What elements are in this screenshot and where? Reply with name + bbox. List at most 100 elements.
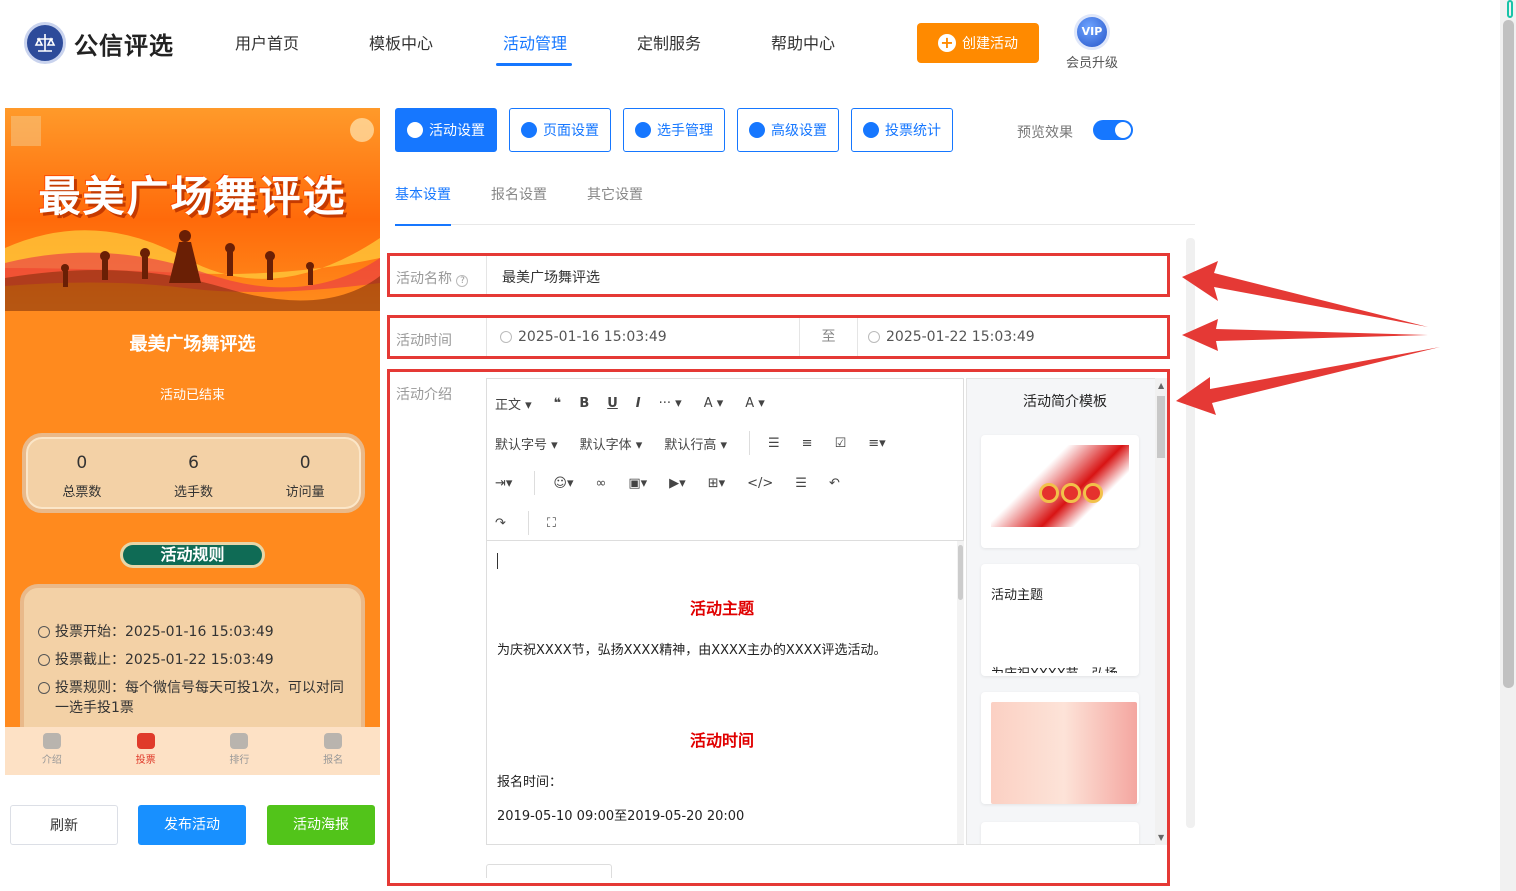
end-time-input[interactable]: 2025-01-22 15:03:49 xyxy=(868,329,1035,345)
fullscreen-icon[interactable]: ⛶ xyxy=(547,516,556,531)
tool-label: 高级设置 xyxy=(771,123,827,139)
content-paragraph: 报名时间： xyxy=(497,775,563,790)
extra-field-stub[interactable] xyxy=(486,864,612,878)
intro-icon xyxy=(42,733,61,749)
publish-activity-button[interactable]: 发布活动 xyxy=(138,805,246,845)
activity-poster-button[interactable]: 活动海报 xyxy=(267,805,375,845)
preview-stats: 0 总票数 6 选手数 0 访问量 xyxy=(22,433,365,513)
preview-toggle[interactable] xyxy=(1093,120,1133,140)
gear-icon xyxy=(521,122,537,138)
star-icon xyxy=(407,122,423,138)
toolbar-separator xyxy=(534,471,536,495)
bg-color-icon[interactable]: A ▾ xyxy=(745,396,765,411)
vip-upgrade-label: 会员升级 xyxy=(1065,56,1118,71)
paragraph-style-select[interactable]: 正文 ▾ xyxy=(495,394,532,413)
brand-logo[interactable]: 公信评选 xyxy=(24,22,174,64)
nav-activity-manage[interactable]: 活动管理 xyxy=(468,0,602,88)
tool-activity-settings[interactable]: 活动设置 xyxy=(395,108,497,152)
activity-name-row: 活动名称 ? 最美广场舞评选 xyxy=(387,253,1170,297)
activity-name-input[interactable]: 最美广场舞评选 xyxy=(502,267,600,287)
vip-upgrade[interactable]: VIP 会员升级 xyxy=(1064,14,1120,71)
settings-icon xyxy=(749,122,765,138)
page-scrollbar-thumb[interactable] xyxy=(1503,20,1514,688)
font-family-select[interactable]: 默认字体 ▾ xyxy=(580,434,643,453)
rule-vote-end: 投票截止：2025-01-22 15:03:49 xyxy=(38,650,347,670)
nav-home[interactable]: 用户首页 xyxy=(200,0,334,88)
editor-content[interactable]: 活动主题 为庆祝XXXX节，弘扬XXXX精神，由XXXX主办的XXXX评选活动。… xyxy=(487,541,957,844)
underline-icon[interactable]: U xyxy=(607,396,618,411)
align-icon[interactable]: ≡▾ xyxy=(868,436,885,451)
italic-icon[interactable]: I xyxy=(636,396,641,411)
preview-tab-vote[interactable]: 投票 xyxy=(99,727,193,775)
scroll-up-arrow-icon[interactable]: ▲ xyxy=(1158,381,1164,390)
link-icon[interactable]: ∞ xyxy=(596,476,607,491)
rule-text: 投票开始：2025-01-16 15:03:49 xyxy=(55,624,274,640)
create-activity-button[interactable]: + 创建活动 xyxy=(917,23,1039,63)
bullet-list-icon[interactable]: ☰ xyxy=(768,436,780,451)
numbered-list-icon[interactable]: ≡ xyxy=(802,436,813,451)
trophy-icon xyxy=(230,733,249,749)
line-height-select[interactable]: 默认行高 ▾ xyxy=(664,434,727,453)
preview-tab-rank[interactable]: 排行 xyxy=(193,727,287,775)
settings-subtabs: 基本设置 报名设置 其它设置 xyxy=(395,180,1195,226)
vote-icon xyxy=(136,733,155,749)
template-scroll-thumb[interactable] xyxy=(1157,396,1165,458)
video-icon[interactable]: ▶▾ xyxy=(669,476,686,491)
arrow-to-intro xyxy=(1176,347,1440,415)
tool-contestant-manage[interactable]: 选手管理 xyxy=(623,108,725,152)
indent-icon[interactable]: ⇥▾ xyxy=(495,476,512,491)
table-icon[interactable]: ⊞▾ xyxy=(708,476,725,491)
bold-icon[interactable]: B xyxy=(579,396,589,411)
emoji-icon[interactable]: ☺▾ xyxy=(553,476,573,491)
template-card-pink[interactable] xyxy=(981,692,1139,804)
content-heading-theme: 活动主题 xyxy=(689,599,754,618)
tool-page-settings[interactable]: 页面设置 xyxy=(509,108,611,152)
image-icon[interactable]: ▣▾ xyxy=(628,476,647,491)
divider-icon[interactable]: ☰ xyxy=(795,476,807,491)
toolbar-separator xyxy=(749,431,751,455)
todo-icon[interactable]: ☑ xyxy=(835,436,847,451)
end-time-value: 2025-01-22 15:03:49 xyxy=(886,329,1035,345)
preview-tab-signup[interactable]: 报名 xyxy=(286,727,380,775)
mobile-preview: 最美广场舞评选 最美广场舞评选 活动已结束 0 总票数 6 选手数 0 访问量 … xyxy=(5,108,380,775)
subtab-signup[interactable]: 报名设置 xyxy=(491,180,547,225)
help-icon: ? xyxy=(456,275,469,287)
signup-icon xyxy=(324,733,343,749)
redo-icon[interactable]: ↷ xyxy=(495,516,506,531)
template-panel-scrollbar[interactable]: ▲ ▼ xyxy=(1155,378,1167,845)
refresh-button[interactable]: 刷新 xyxy=(10,805,118,845)
rule-text: 投票截止：2025-01-22 15:03:49 xyxy=(55,652,274,668)
banner-title: 最美广场舞评选 xyxy=(38,172,347,221)
preview-tab-intro[interactable]: 介绍 xyxy=(5,727,99,775)
font-size-select[interactable]: 默认字号 ▾ xyxy=(495,434,558,453)
start-time-input[interactable]: 2025-01-16 15:03:49 xyxy=(500,329,667,345)
nav-help[interactable]: 帮助中心 xyxy=(736,0,870,88)
text-cursor xyxy=(497,553,498,569)
nav-custom-service[interactable]: 定制服务 xyxy=(602,0,736,88)
stat-label: 访问量 xyxy=(285,485,325,500)
font-color-icon[interactable]: A ▾ xyxy=(704,396,724,411)
undo-icon[interactable]: ↶ xyxy=(829,476,840,491)
template-card-party[interactable] xyxy=(981,435,1139,548)
template-card-text[interactable]: 活动主题 为庆祝XXXX节，弘扬 xyxy=(981,564,1139,676)
template-card-title: 活动主题 xyxy=(991,588,1044,603)
tool-label: 选手管理 xyxy=(657,123,713,139)
template-panel-title: 活动简介模板 xyxy=(1023,394,1107,410)
code-icon[interactable]: </> xyxy=(747,476,773,491)
subtab-other[interactable]: 其它设置 xyxy=(587,180,643,225)
activity-time-label: 活动时间 xyxy=(396,333,452,349)
template-card-more[interactable] xyxy=(981,822,1139,844)
template-card-snippet: 为庆祝XXXX节，弘扬 xyxy=(991,663,1129,673)
subtab-basic[interactable]: 基本设置 xyxy=(395,180,451,226)
scroll-down-arrow-icon[interactable]: ▼ xyxy=(1158,833,1164,842)
clock-icon xyxy=(38,626,50,638)
tool-advanced-settings[interactable]: 高级设置 xyxy=(737,108,839,152)
tool-vote-stats[interactable]: 投票统计 xyxy=(851,108,953,152)
intro-template-panel: 活动简介模板 活动主题 为庆祝XXXX节，弘扬 xyxy=(966,378,1164,845)
activity-intro-label: 活动介绍 xyxy=(396,387,452,403)
nav-templates[interactable]: 模板中心 xyxy=(334,0,468,88)
more-format-menu[interactable]: ··· ▾ xyxy=(659,396,682,411)
quote-icon[interactable]: ❝ xyxy=(554,396,562,411)
editor-scrollbar[interactable] xyxy=(957,541,964,844)
users-icon xyxy=(635,122,651,138)
